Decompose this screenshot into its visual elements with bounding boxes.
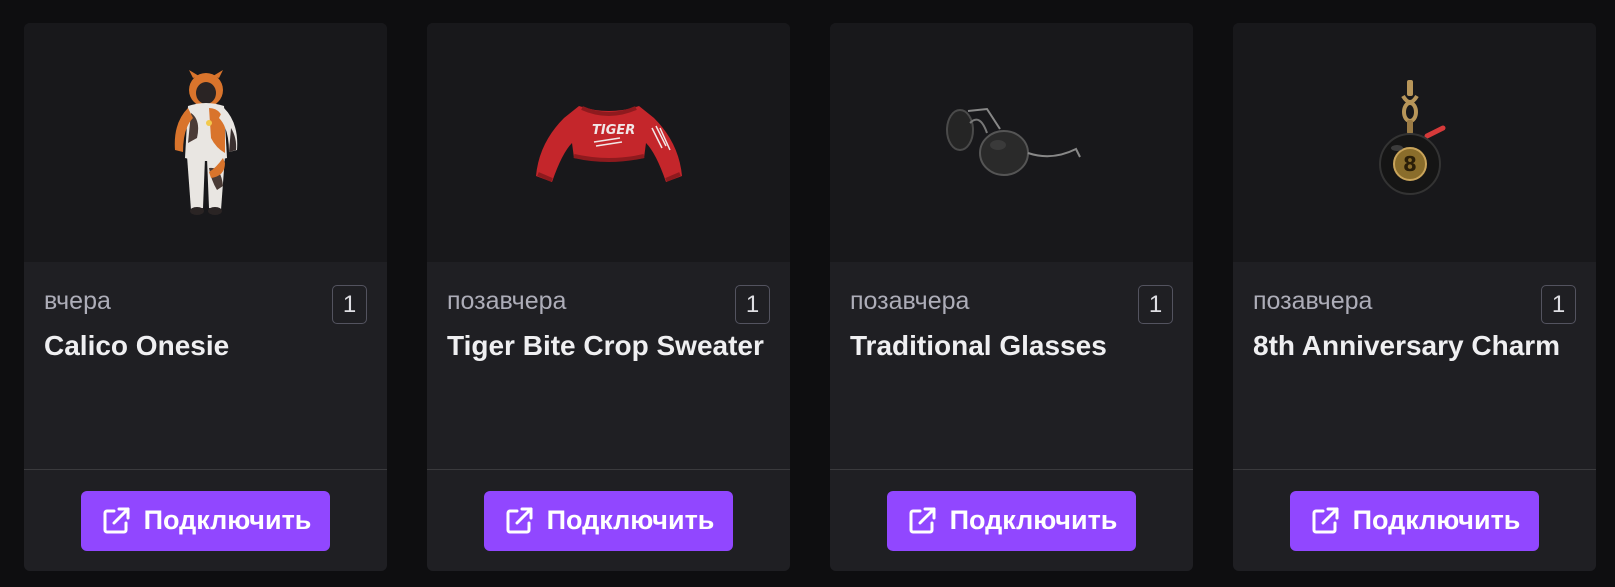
drops-grid: вчера 1 Calico Onesie Подключить TIGER п… xyxy=(24,23,1596,571)
connect-button[interactable]: Подключить xyxy=(887,490,1136,551)
connect-button-label: Подключить xyxy=(1352,505,1521,535)
eight-ball-charm-icon: 8 xyxy=(1378,79,1445,195)
reward-card: позавчера 1 Traditional Glasses Подключи… xyxy=(830,23,1193,571)
reward-image: TIGER xyxy=(427,23,790,262)
card-footer: Подключить xyxy=(427,470,790,571)
connect-button-label: Подключить xyxy=(949,505,1118,535)
reward-date: позавчера xyxy=(447,287,567,315)
reward-info: позавчера 1 Traditional Glasses xyxy=(830,262,1193,470)
reward-title: Tiger Bite Crop Sweater xyxy=(447,330,764,361)
card-footer: Подключить xyxy=(24,470,387,571)
calico-onesie-icon xyxy=(174,69,237,215)
external-link-icon xyxy=(1309,505,1341,537)
quantity-badge: 1 xyxy=(332,285,367,324)
svg-text:TIGER: TIGER xyxy=(592,123,635,138)
quantity-badge: 1 xyxy=(1138,285,1173,324)
quantity-badge: 1 xyxy=(735,285,770,324)
crop-sweater-icon: TIGER xyxy=(535,105,682,182)
connect-button-label: Подключить xyxy=(143,505,312,535)
external-link-icon xyxy=(503,505,535,537)
reward-info: позавчера 1 8th Anniversary Charm xyxy=(1233,262,1596,470)
reward-card: вчера 1 Calico Onesie Подключить xyxy=(24,23,387,571)
reward-image: 8 xyxy=(1233,23,1596,262)
card-footer: Подключить xyxy=(1233,470,1596,571)
reward-image xyxy=(24,23,387,262)
quantity-badge: 1 xyxy=(1541,285,1576,324)
external-link-icon xyxy=(906,505,938,537)
reward-title: Calico Onesie xyxy=(44,330,230,361)
connect-button-label: Подключить xyxy=(546,505,715,535)
reward-info: позавчера 1 Tiger Bite Crop Sweater xyxy=(427,262,790,470)
svg-text:8: 8 xyxy=(1403,152,1417,176)
reward-info: вчера 1 Calico Onesie xyxy=(24,262,387,470)
reward-date: позавчера xyxy=(1253,287,1373,315)
reward-image xyxy=(830,23,1193,262)
reward-title: 8th Anniversary Charm xyxy=(1253,330,1561,361)
external-link-icon xyxy=(100,505,132,537)
glasses-icon xyxy=(945,107,1081,176)
reward-card: 8 позавчера 1 8th Anniversary Charm Подк… xyxy=(1233,23,1596,571)
connect-button[interactable]: Подключить xyxy=(484,490,733,551)
reward-card: TIGER позавчера 1 Tiger Bite Crop Sweate… xyxy=(427,23,790,571)
connect-button[interactable]: Подключить xyxy=(81,490,330,551)
card-footer: Подключить xyxy=(830,470,1193,571)
reward-date: позавчера xyxy=(850,287,970,315)
reward-title: Traditional Glasses xyxy=(850,330,1107,361)
connect-button[interactable]: Подключить xyxy=(1290,490,1539,551)
reward-date: вчера xyxy=(44,287,111,315)
